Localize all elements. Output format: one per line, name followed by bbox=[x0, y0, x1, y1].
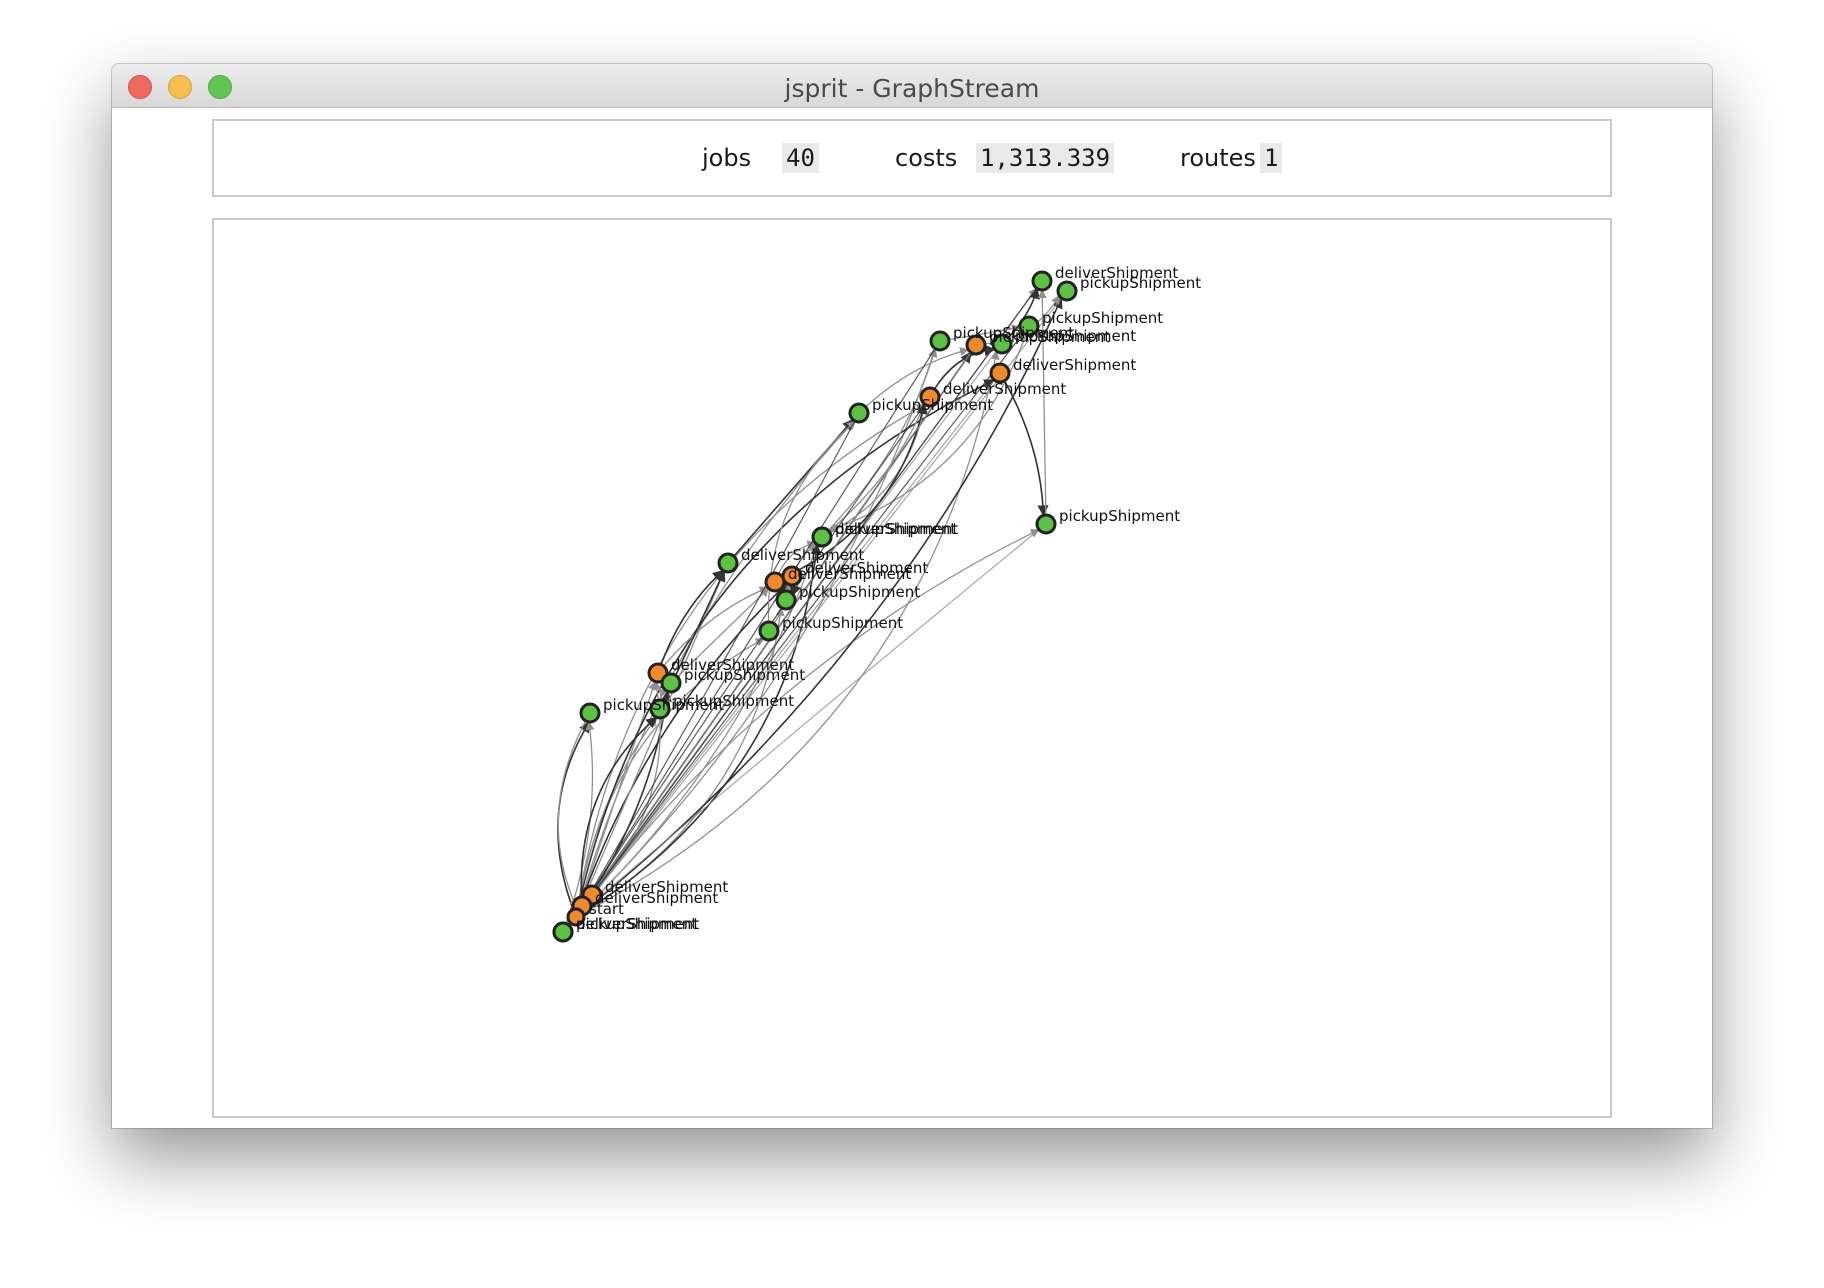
route-edge bbox=[827, 325, 1030, 533]
node-label: pickupShipment bbox=[1059, 507, 1180, 525]
pickup-node[interactable] bbox=[811, 526, 833, 548]
node-label: deliverShipment bbox=[1013, 356, 1136, 374]
window-title: jsprit - GraphStream bbox=[784, 74, 1040, 103]
pickup-node[interactable] bbox=[1031, 270, 1053, 292]
pickup-node[interactable] bbox=[1056, 280, 1078, 302]
app-window: jsprit - GraphStream jobs 40 costs 1,313… bbox=[112, 64, 1712, 1128]
node-label: pickupShipment bbox=[1042, 309, 1163, 327]
pickup-node[interactable] bbox=[717, 552, 739, 574]
routes-value: 1 bbox=[1260, 143, 1283, 173]
labels-layer: pickupShipmentdeliverShipmentdeliverShip… bbox=[576, 264, 1201, 933]
stats-panel: jobs 40 costs 1,313.339 routes 1 bbox=[212, 119, 1612, 197]
node-label: pickupShipment bbox=[799, 583, 920, 601]
route-edge bbox=[575, 350, 1000, 918]
route-edge bbox=[821, 403, 928, 538]
route-edge bbox=[575, 372, 1001, 918]
pickup-node[interactable] bbox=[775, 589, 797, 611]
node-label: deliverShipment bbox=[805, 559, 928, 577]
graph-view[interactable]: pickupShipment deliverShipment deliverShip… bbox=[212, 218, 1612, 1118]
route-edge bbox=[821, 403, 926, 538]
node-label: pickupShipment bbox=[782, 614, 903, 632]
node-label: pickupShipment bbox=[1015, 327, 1136, 345]
costs-value: 1,313.339 bbox=[976, 143, 1115, 173]
node-label: deliverShipment bbox=[943, 380, 1066, 398]
node-label: pickupShipment bbox=[872, 396, 993, 414]
pickup-node[interactable] bbox=[552, 921, 574, 943]
pickup-node[interactable] bbox=[929, 330, 951, 352]
deliver-node[interactable] bbox=[764, 571, 786, 593]
pickup-node[interactable] bbox=[758, 620, 780, 642]
edges-layer bbox=[557, 280, 1068, 933]
node-label: start bbox=[589, 900, 624, 918]
route-graph[interactable]: pickupShipmentdeliverShipmentdeliverShip… bbox=[214, 220, 1612, 1118]
pickup-node[interactable] bbox=[660, 672, 682, 694]
routes-label: routes bbox=[1180, 144, 1256, 172]
costs-label: costs bbox=[895, 144, 958, 172]
node-label: deliverShipment bbox=[835, 520, 958, 538]
node-label: pickupShipment bbox=[684, 666, 805, 684]
jobs-label: jobs bbox=[702, 144, 752, 172]
pickup-node[interactable] bbox=[579, 702, 601, 724]
jobs-value: 40 bbox=[782, 143, 819, 173]
pickup-node[interactable] bbox=[1035, 513, 1057, 535]
node-label: pickupShipment bbox=[1080, 274, 1201, 292]
title-bar[interactable]: jsprit - GraphStream bbox=[112, 64, 1712, 108]
node-label: pickupShipment bbox=[673, 692, 794, 710]
pickup-node[interactable] bbox=[848, 402, 870, 424]
